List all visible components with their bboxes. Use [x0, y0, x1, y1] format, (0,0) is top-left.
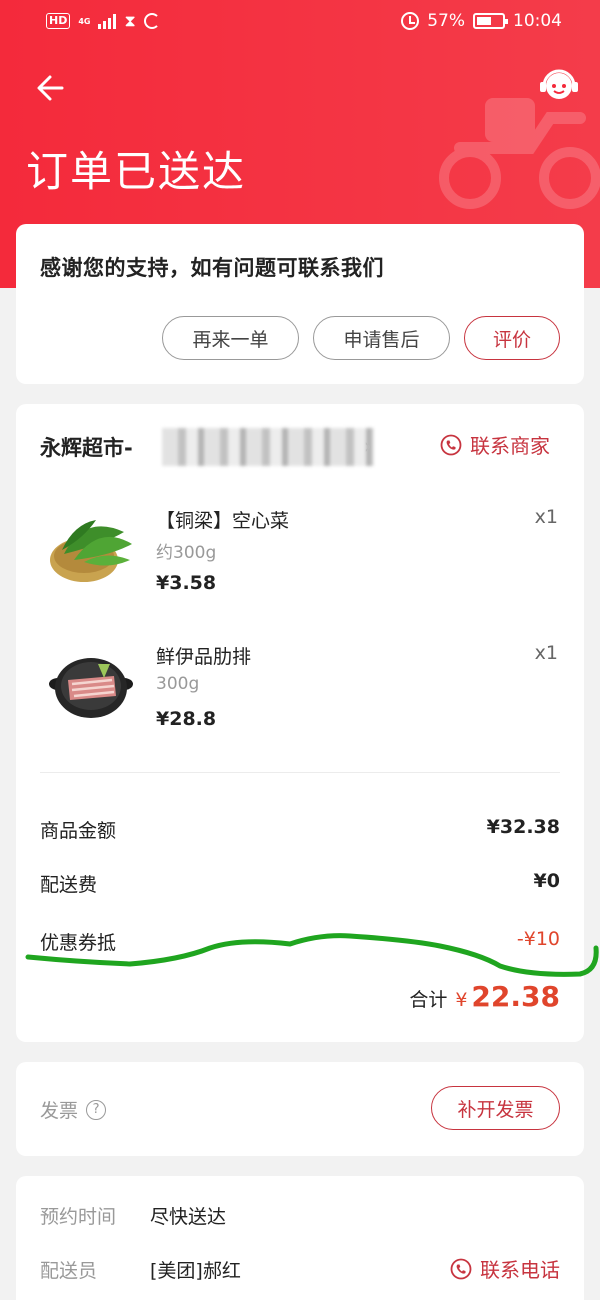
hd-indicator: HD: [46, 13, 71, 29]
product-spec: 约300g: [156, 543, 217, 563]
total-currency: ¥: [455, 989, 468, 1011]
courier-row: 配送员 [美团]郝红 联系电话: [40, 1256, 560, 1286]
courier-label: 配送员: [40, 1260, 98, 1282]
invoice-label: 发票: [40, 1100, 79, 1122]
battery-percent: 57%: [427, 11, 465, 31]
product-price: ¥28.8: [156, 708, 217, 730]
product-item[interactable]: 【铜梁】空心菜 约300g ¥3.58 x1: [16, 504, 584, 614]
product-name: 鲜伊品肋排: [156, 646, 252, 668]
back-button[interactable]: [32, 68, 72, 108]
customer-service-icon: [540, 69, 578, 99]
hourglass-icon: ⧗: [124, 11, 136, 30]
water-spinach-image: [50, 520, 132, 582]
contact-phone-label: 联系电话: [480, 1258, 560, 1282]
contact-merchant-button[interactable]: 联系商家: [440, 430, 550, 459]
after-sales-button[interactable]: 申请售后: [313, 316, 450, 360]
store-name[interactable]: 永辉超市-: [40, 432, 133, 462]
page-title: 订单已送达: [26, 147, 247, 196]
goods-amount-row: 商品金额 ¥32.38: [40, 816, 560, 846]
product-spec: 300g: [156, 674, 200, 694]
back-arrow-icon: [37, 75, 64, 101]
total-label: 合计: [409, 989, 448, 1011]
network-type: 4G: [78, 16, 91, 26]
question-icon[interactable]: ?: [86, 1099, 107, 1120]
review-button[interactable]: 评价: [464, 316, 560, 360]
delivery-time-value: 尽快送达: [150, 1206, 227, 1228]
contact-merchant-label: 联系商家: [470, 434, 550, 458]
redacted-store-name: [162, 428, 374, 466]
divider: [40, 772, 560, 773]
goods-amount-value: ¥32.38: [486, 816, 560, 838]
delivery-info-card: 预约时间 尽快送达 配送员 [美团]郝红 联系电话: [16, 1176, 584, 1300]
delivery-time-label: 预约时间: [40, 1206, 117, 1228]
delivery-time-row: 预约时间 尽快送达: [40, 1202, 560, 1232]
reorder-button[interactable]: 再来一单: [162, 316, 299, 360]
total-row: 合计 ¥ 22.38: [409, 980, 560, 1013]
invoice-label-group: 发票 ?: [40, 1096, 107, 1123]
product-qty: x1: [534, 642, 558, 664]
coupon-label: 优惠券抵: [40, 932, 117, 954]
delivery-fee-row: 配送费 ¥0: [40, 870, 560, 900]
phone-icon: [450, 1258, 472, 1279]
loading-icon: [143, 13, 160, 29]
delivery-fee-value: ¥0: [533, 870, 560, 892]
reissue-invoice-button[interactable]: 补开发票: [431, 1086, 560, 1130]
order-card: 永辉超市- › 联系商家 【铜梁】空心菜 约300g ¥3.58 x1 鲜伊品肋…: [16, 404, 584, 1042]
product-item[interactable]: 鲜伊品肋排 300g ¥28.8 x1: [16, 640, 584, 750]
battery-icon: [473, 13, 508, 29]
phone-icon: [440, 434, 462, 455]
clock-time: 10:04: [513, 11, 562, 31]
product-price: ¥3.58: [156, 572, 217, 594]
product-qty: x1: [534, 506, 558, 528]
coupon-row: 优惠券抵 -¥10: [40, 928, 560, 958]
goods-amount-label: 商品金额: [40, 820, 117, 842]
invoice-card: 发票 ? 补开发票: [16, 1062, 584, 1156]
delivery-fee-label: 配送费: [40, 874, 98, 896]
alarm-icon: [401, 12, 420, 30]
coupon-value: -¥10: [516, 928, 560, 950]
courier-name: [美团]郝红: [150, 1260, 241, 1282]
thanks-message: 感谢您的支持，如有问题可联系我们: [40, 256, 384, 280]
thanks-card: 感谢您的支持，如有问题可联系我们 再来一单 申请售后 评价: [16, 224, 584, 384]
pork-ribs-image: [49, 658, 133, 718]
contact-phone-button[interactable]: 联系电话: [450, 1254, 560, 1283]
status-bar: HD 4G ⧗ 57% 10:04: [0, 0, 600, 44]
customer-service-button[interactable]: [536, 64, 582, 106]
chevron-right-icon: ›: [364, 434, 372, 458]
total-amount: 22.38: [471, 980, 560, 1013]
signal-icon: [98, 13, 117, 29]
product-name: 【铜梁】空心菜: [156, 510, 290, 532]
